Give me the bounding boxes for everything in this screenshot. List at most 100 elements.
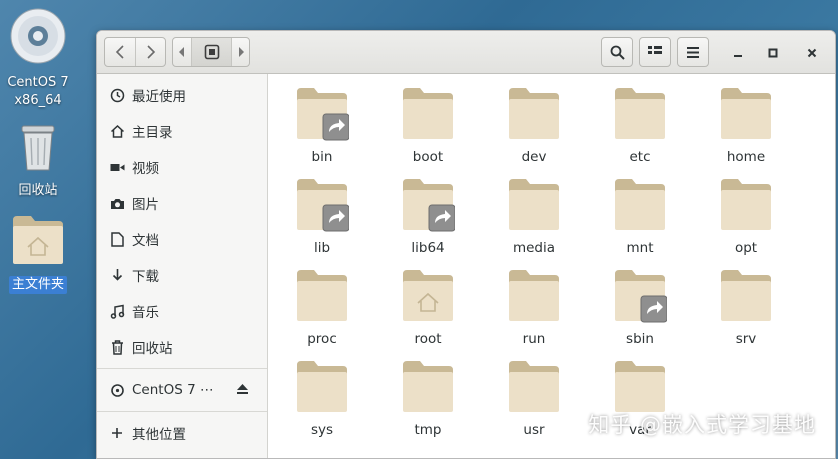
search-button[interactable] (601, 37, 633, 67)
folder-icon (615, 270, 668, 323)
sidebar-item-centos-drive[interactable]: CentOS 7 ⋯ (97, 372, 267, 408)
path-next-button[interactable] (231, 38, 249, 66)
path-bar (172, 37, 250, 67)
folder-item[interactable]: etc (590, 86, 690, 165)
sidebar-item-label: 主目录 (132, 125, 173, 141)
folder-item[interactable]: mnt (590, 177, 690, 256)
trash-icon (109, 339, 125, 355)
folder-item[interactable]: lib (272, 177, 372, 256)
folder-icon (403, 88, 453, 139)
minimize-button[interactable] (727, 42, 749, 64)
folder-icon (509, 88, 559, 139)
path-prev-button[interactable] (173, 38, 191, 66)
folder-name: sys (310, 422, 334, 438)
view-toggle-button[interactable] (639, 37, 671, 67)
folder-name: opt (734, 240, 758, 256)
desktop-dvd-label: CentOS 7 x86_64 (7, 75, 69, 108)
desktop-dvd-icon[interactable]: CentOS 7 x86_64 (0, 8, 76, 110)
folder-item[interactable]: home (696, 86, 796, 165)
folder-icon (297, 361, 347, 412)
sidebar-separator (97, 368, 267, 369)
folder-item[interactable]: proc (272, 268, 372, 347)
folder-icon (615, 361, 665, 412)
home-path-icon (204, 44, 219, 60)
symlink-badge-icon (322, 204, 350, 232)
desktop-trash-icon[interactable]: 回收站 (0, 124, 76, 200)
sidebar-item-pictures[interactable]: 图片 (97, 185, 267, 221)
desktop-home-label: 主文件夹 (8, 276, 67, 294)
home-icon (109, 123, 125, 139)
folder-item[interactable]: lib64 (378, 177, 478, 256)
sidebar: 最近使用 主目录 视频 图片 文档 下载 音乐 回收站 CentOS 7 ⋯ 其… (97, 74, 268, 458)
eject-icon[interactable] (236, 383, 249, 399)
folder-name: run (522, 331, 546, 347)
sidebar-item-music[interactable]: 音乐 (97, 293, 267, 329)
folder-name: proc (307, 331, 337, 347)
disc-icon (0, 8, 76, 70)
document-icon (109, 231, 125, 247)
folder-item[interactable]: root (378, 268, 478, 347)
folder-item[interactable]: tmp (378, 359, 478, 438)
folder-icon (297, 88, 350, 141)
folder-icon (721, 270, 771, 321)
folder-item[interactable]: bin (272, 86, 372, 165)
desktop-home-folder[interactable]: 主文件夹 (0, 214, 76, 294)
download-icon (109, 267, 125, 283)
forward-button[interactable] (135, 38, 165, 66)
symlink-badge-icon (640, 295, 668, 323)
sidebar-item-label: 下载 (132, 269, 159, 285)
path-next-icon (238, 47, 244, 57)
sidebar-item-label: 其他位置 (132, 427, 186, 443)
list-view-icon (648, 46, 662, 54)
folder-icon (403, 179, 456, 232)
sidebar-item-trash[interactable]: 回收站 (97, 329, 267, 365)
sidebar-item-label: 音乐 (132, 305, 159, 321)
header-bar (97, 31, 835, 74)
sidebar-item-recent[interactable]: 最近使用 (97, 77, 267, 113)
symlink-badge-icon (322, 113, 350, 141)
disc-icon (109, 382, 125, 398)
folder-item[interactable]: sbin (590, 268, 690, 347)
back-arrow-icon (115, 45, 124, 59)
folder-item[interactable]: sys (272, 359, 372, 438)
menu-button[interactable] (677, 37, 709, 67)
plus-icon (109, 425, 125, 441)
folder-item[interactable]: opt (696, 177, 796, 256)
maximize-icon (768, 48, 778, 58)
folder-icon (615, 88, 665, 139)
folder-name: bin (311, 149, 333, 165)
close-icon (807, 48, 817, 58)
watermark: 知乎 @嵌入式学习基地 (588, 413, 816, 437)
video-icon (109, 159, 125, 175)
sidebar-item-documents[interactable]: 文档 (97, 221, 267, 257)
sidebar-item-home[interactable]: 主目录 (97, 113, 267, 149)
folder-name: tmp (414, 422, 442, 438)
sidebar-item-videos[interactable]: 视频 (97, 149, 267, 185)
sidebar-item-label: 最近使用 (132, 89, 186, 105)
back-button[interactable] (105, 38, 135, 66)
folder-icon (403, 361, 453, 412)
folder-item[interactable]: run (484, 268, 584, 347)
folder-name: srv (735, 331, 757, 347)
forward-arrow-icon (146, 45, 155, 59)
folder-item[interactable]: usr (484, 359, 584, 438)
folder-item[interactable]: srv (696, 268, 796, 347)
folder-item[interactable]: boot (378, 86, 478, 165)
path-root-button[interactable] (191, 38, 231, 66)
folder-icon (721, 88, 771, 139)
folder-item[interactable]: media (484, 177, 584, 256)
menu-icon (687, 46, 699, 58)
folder-icon (615, 179, 665, 230)
sidebar-item-downloads[interactable]: 下载 (97, 257, 267, 293)
sidebar-item-label: 图片 (132, 197, 159, 213)
folder-name: boot (412, 149, 444, 165)
folder-item[interactable]: dev (484, 86, 584, 165)
symlink-badge-icon (428, 204, 456, 232)
maximize-button[interactable] (762, 42, 784, 64)
close-button[interactable] (801, 42, 823, 64)
folder-name: usr (523, 422, 545, 438)
folder-icon (403, 270, 453, 321)
sidebar-item-other-locations[interactable]: 其他位置 (97, 415, 267, 451)
folder-name: root (414, 331, 442, 347)
folder-icon (509, 179, 559, 230)
